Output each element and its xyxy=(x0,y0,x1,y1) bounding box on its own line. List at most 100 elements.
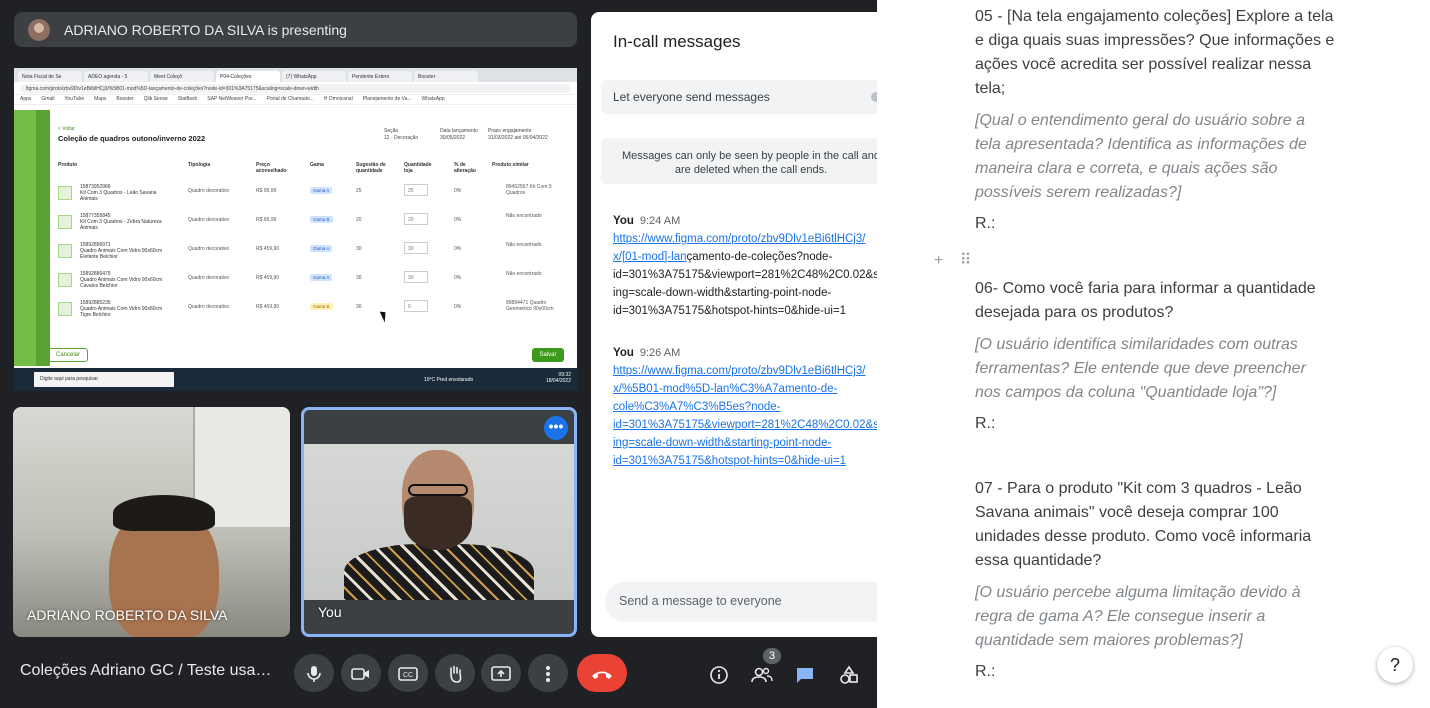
browser-tab: ADEO agenda - 5 xyxy=(84,71,148,82)
tile-more-options-button[interactable]: ••• xyxy=(544,416,568,440)
message-link[interactable]: id=301%3A75175&hotspot-hints=0&hide-ui=1 xyxy=(613,452,883,470)
save-button[interactable]: Salvar xyxy=(532,348,564,362)
more-options-button[interactable] xyxy=(528,654,568,692)
browser-tab-strip: Nota Fiscal de Se ADEO agenda - 5 Meet C… xyxy=(14,68,577,82)
message-link[interactable]: id=301%3A75175&viewport=281%2C48%2C0.02&… xyxy=(613,416,883,434)
browser-bookmarks-bar: Apps Gmail YouTube Maps Booster Qlik Sen… xyxy=(14,95,577,105)
camera-button[interactable] xyxy=(341,654,381,692)
quantity-input[interactable]: 30 xyxy=(404,242,428,254)
answer-07[interactable]: R.: xyxy=(975,663,995,681)
camera-icon xyxy=(351,667,369,680)
raise-hand-icon xyxy=(450,665,462,683)
raise-hand-button[interactable] xyxy=(435,654,475,692)
activities-icon xyxy=(840,665,858,685)
activities-button[interactable] xyxy=(835,660,863,688)
taskbar-search: Digite aqui para pesquisar xyxy=(34,372,174,387)
product-name: 15892885235 Quadro Animais Com Vidro 90x6… xyxy=(80,300,163,318)
panel-title: In-call messages xyxy=(613,32,741,51)
meta-label: Prazo engajamento xyxy=(488,128,532,134)
windows-taskbar: Digite aqui para pesquisar 19°C Pred ens… xyxy=(14,368,577,391)
typology-cell: Quadro decorativo xyxy=(188,188,230,194)
product-image xyxy=(58,273,72,287)
answer-06[interactable]: R.: xyxy=(975,415,995,433)
product-image xyxy=(58,186,72,200)
prototype-icon-rail xyxy=(36,110,50,366)
weather-text: 19°C Pred ensolarado xyxy=(424,376,474,383)
taskbar-clock: 09:32 18/04/2022 xyxy=(545,372,571,384)
cancel-button[interactable]: Cancelar xyxy=(48,348,88,362)
price-cell: R$ 459,90 xyxy=(256,246,280,252)
message-link[interactable]: x/[01-mod]-lan xyxy=(613,251,687,263)
product-name: 15892896971 Quadro Animais Com Vidro 90x6… xyxy=(80,242,163,260)
people-button[interactable] xyxy=(748,660,776,688)
message-link[interactable]: https://www.figma.com/proto/zbv9Dlv1eBi6… xyxy=(613,362,883,380)
column-header: Sugestão de quantidade xyxy=(356,162,386,174)
table-row: 15892886479 Quadro Animais Com Vidro 90x6… xyxy=(58,269,568,297)
message-input[interactable]: Send a message to everyone xyxy=(605,582,891,622)
table-row: 15892896971 Quadro Animais Com Vidro 90x6… xyxy=(58,240,568,268)
column-header: Produto xyxy=(58,162,78,168)
browser-tab-active: P04-Coleções xyxy=(216,71,280,82)
present-button[interactable] xyxy=(481,654,521,692)
people-icon xyxy=(751,667,773,683)
presenting-banner: ADRIANO ROBERTO DA SILVA is presenting xyxy=(14,12,577,47)
question-06-note: [O usuário identifica similaridades com … xyxy=(975,336,1306,401)
message-link[interactable]: x/%5B01-mod%5D-lan%C3%A7amento-de- xyxy=(613,380,883,398)
message-body: https://www.figma.com/proto/zbv9Dlv1eBi6… xyxy=(613,362,883,470)
similar-product-cell: Não encontrado xyxy=(506,242,542,248)
meta-value: 12 - Decoração xyxy=(384,135,419,141)
message-link[interactable]: https://www.figma.com/proto/zbv9Dlv1eBi6… xyxy=(613,230,883,248)
meta-value: 30/05/2022 xyxy=(440,135,466,141)
info-icon xyxy=(710,666,728,685)
browser-address-bar: figma.com/proto/zbv9Dlv1eBi6tlHCj3/%5B01… xyxy=(14,82,577,95)
self-video-glasses xyxy=(408,484,468,496)
quantity-input[interactable]: 0 xyxy=(404,300,428,312)
self-video-beard xyxy=(404,496,472,550)
column-header: Quantidade loja xyxy=(404,162,432,174)
message-sender: You xyxy=(613,347,634,359)
participant-name: You xyxy=(318,604,342,620)
block-add-icon[interactable]: + ⠿ xyxy=(934,250,978,270)
change-pct-cell: 0% xyxy=(454,188,462,194)
product-image xyxy=(58,215,72,229)
bookmark: Apps xyxy=(20,96,32,102)
meeting-details-button[interactable] xyxy=(705,660,733,688)
typology-cell: Quadro decorativo xyxy=(188,275,230,281)
question-07-note: [O usuário percebe alguma limitação devi… xyxy=(975,584,1301,649)
in-call-messages-panel: In-call messages Let everyone send messa… xyxy=(591,12,891,637)
answer-05[interactable]: R.: xyxy=(975,215,995,233)
captions-button[interactable]: CC xyxy=(388,654,428,692)
participant-tile-you[interactable]: ••• You xyxy=(301,407,577,637)
browser-tab: Meet Coleçõ xyxy=(150,71,214,82)
participant-tile-adriano[interactable]: ADRIANO ROBERTO DA SILVA xyxy=(13,407,290,637)
typology-cell: Quadro decorativo xyxy=(188,304,230,310)
bookmark: Portal de Chamado... xyxy=(266,96,314,102)
leave-call-button[interactable] xyxy=(577,654,627,692)
chat-message: You 9:24 AM https://www.figma.com/proto/z… xyxy=(613,212,883,320)
suggestion-cell: 25 xyxy=(356,188,362,194)
quantity-input[interactable]: 20 xyxy=(404,213,428,225)
back-link: < Voltar xyxy=(58,126,76,132)
help-button[interactable]: ? xyxy=(1377,647,1413,683)
presenter-avatar xyxy=(28,18,50,41)
suggestion-cell: 30 xyxy=(356,275,362,281)
chat-button[interactable] xyxy=(791,660,819,688)
message-link[interactable]: ing=scale-down-width&starting-point-node… xyxy=(613,434,883,452)
browser-tab: Pendente Extern xyxy=(348,71,412,82)
meta-label: Data lançamento xyxy=(440,128,478,134)
quantity-input[interactable]: 25 xyxy=(404,184,428,196)
column-header: Tipologia xyxy=(188,162,211,168)
message-time: 9:26 AM xyxy=(639,347,681,359)
product-image xyxy=(58,302,72,316)
prototype-sidebar xyxy=(14,110,36,366)
meeting-name: Coleções Adriano GC / Teste usabili... xyxy=(20,662,280,679)
quantity-input[interactable]: 30 xyxy=(404,271,428,283)
participants-count-badge: 3 xyxy=(763,648,781,664)
column-header: Gama xyxy=(310,162,324,168)
gama-badge: Gama B xyxy=(310,216,333,223)
send-messages-setting: Let everyone send messages xyxy=(601,80,891,114)
microphone-button[interactable] xyxy=(294,654,334,692)
change-pct-cell: 0% xyxy=(454,246,462,252)
message-link[interactable]: cole%C3%A7%C3%B5es?node- xyxy=(613,398,883,416)
self-video-shirt xyxy=(344,544,534,600)
